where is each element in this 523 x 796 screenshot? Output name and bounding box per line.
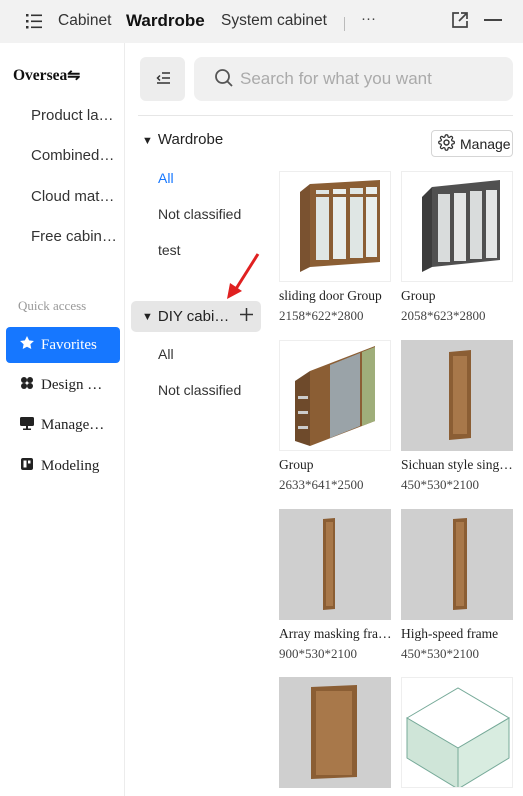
product-dimensions: 900*530*2100 — [279, 646, 357, 661]
caret-down-icon: ▼ — [142, 310, 153, 323]
product-dimensions: 2058*623*2800 — [401, 308, 486, 323]
sidebar-item-combined[interactable]: Combined… — [31, 147, 119, 164]
tab-divider — [344, 17, 345, 31]
qa-item-manage[interactable]: Manage… — [6, 407, 120, 443]
qa-item-favorites[interactable]: Favorites — [6, 327, 120, 363]
product-name: High-speed frame — [401, 626, 499, 641]
product-dimensions: 450*530*2100 — [401, 646, 479, 661]
product-card[interactable]: Group 2058*623*2800 — [401, 171, 513, 324]
product-thumbnail — [279, 340, 391, 451]
qa-label-modeling: Modeling — [41, 457, 100, 474]
product-card[interactable]: Sichuan style sing… 450*530*2100 — [401, 340, 513, 493]
annotation-arrow — [224, 251, 264, 304]
qa-item-modeling[interactable]: Modeling — [6, 448, 120, 484]
product-name: Array masking fra… — [279, 626, 392, 641]
gear-icon — [438, 133, 455, 154]
search-placeholder: Search for what you want — [240, 69, 432, 88]
product-thumbnail — [279, 509, 391, 620]
product-name: Group — [279, 457, 314, 472]
product-dimensions: 2158*622*2800 — [279, 308, 364, 323]
product-dimensions: 450*530*2100 — [401, 477, 479, 492]
product-card[interactable] — [279, 677, 391, 788]
sidebar-item-cloud-material[interactable]: Cloud mat… — [31, 188, 119, 205]
product-card[interactable]: Array masking fra… 900*530*2100 — [279, 509, 391, 662]
diy-title: DIY cabi… — [157, 308, 230, 325]
more-tabs-button[interactable]: ··· — [361, 10, 376, 27]
clover-icon — [19, 375, 35, 395]
tab-cabinet[interactable]: Cabinet — [58, 12, 111, 30]
list-menu-icon[interactable] — [25, 12, 43, 30]
sidebar-item-free-cabinet[interactable]: Free cabin… — [31, 228, 119, 245]
oversea-title[interactable]: Oversea⇋ — [13, 66, 80, 85]
sidebar-item-product-library[interactable]: Product la… — [31, 107, 119, 124]
top-bar: Cabinet Wardrobe System cabinet ··· — [0, 0, 523, 43]
divider — [138, 115, 513, 116]
qa-item-design[interactable]: Design … — [6, 367, 120, 403]
caret-down-icon: ▼ — [142, 135, 153, 147]
product-dimensions: 2633*641*2500 — [279, 477, 364, 492]
product-thumbnail — [279, 171, 391, 282]
product-thumbnail — [401, 509, 513, 620]
product-thumbnail — [279, 677, 391, 788]
collapse-icon — [155, 71, 171, 88]
product-card[interactable]: Group 2633*641*2500 — [279, 340, 391, 493]
wardrobe-title: Wardrobe — [157, 131, 224, 148]
product-name: sliding door Group — [279, 288, 382, 303]
wardrobe-all[interactable]: All — [158, 170, 174, 186]
search-icon — [214, 68, 234, 91]
swap-icon: ⇋ — [67, 67, 81, 84]
search-input[interactable]: Search for what you want — [194, 57, 513, 101]
product-thumbnail — [401, 677, 513, 788]
add-icon[interactable] — [239, 307, 254, 326]
product-name: Sichuan style sing… — [401, 457, 513, 472]
product-thumbnail — [401, 171, 513, 282]
diy-section-header[interactable]: ▼ DIY cabi… — [131, 301, 261, 332]
modeling-icon — [19, 456, 35, 476]
wardrobe-not-classified[interactable]: Not classified — [158, 206, 241, 222]
quick-access-label: Quick access — [18, 298, 87, 313]
pop-out-icon[interactable] — [451, 11, 469, 32]
product-thumbnail — [401, 340, 513, 451]
qa-label-manage: Manage… — [41, 416, 105, 433]
wardrobe-section-header[interactable]: ▼ Wardrobe — [142, 131, 223, 148]
collapse-sidebar-button[interactable] — [140, 57, 185, 101]
diy-not-classified[interactable]: Not classified — [158, 382, 241, 398]
product-name: Group — [401, 288, 436, 303]
minimize-icon[interactable] — [484, 19, 502, 21]
wardrobe-test[interactable]: test — [158, 242, 181, 258]
manage-button[interactable]: Manage — [431, 130, 513, 157]
tab-system-cabinet[interactable]: System cabinet — [221, 12, 327, 30]
manage-label: Manage — [460, 135, 511, 152]
oversea-label: Oversea — [13, 67, 68, 84]
product-card[interactable] — [401, 677, 513, 788]
qa-label-design: Design … — [41, 376, 103, 393]
monitor-icon — [19, 415, 35, 435]
star-icon — [19, 335, 35, 355]
product-card[interactable]: High-speed frame 450*530*2100 — [401, 509, 513, 662]
tab-wardrobe[interactable]: Wardrobe — [126, 11, 205, 31]
left-sidebar: Oversea⇋ Product la… Combined… Cloud mat… — [0, 43, 125, 796]
qa-label-favorites: Favorites — [41, 336, 97, 353]
product-card[interactable]: sliding door Group 2158*622*2800 — [279, 171, 391, 324]
diy-all[interactable]: All — [158, 346, 174, 362]
